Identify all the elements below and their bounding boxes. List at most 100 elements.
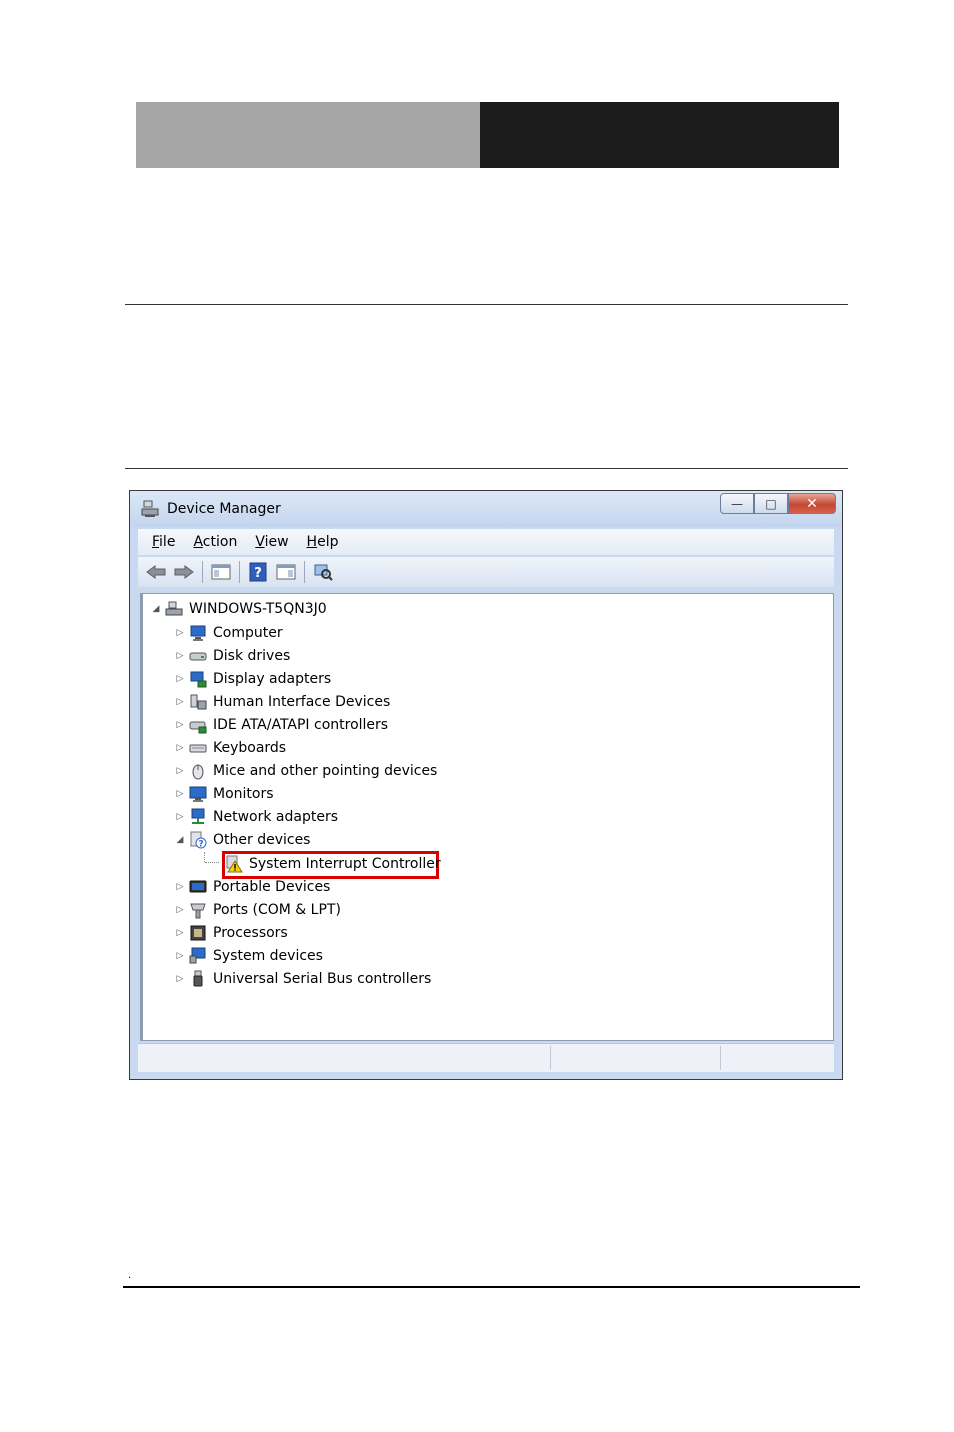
system-device-icon — [189, 947, 207, 965]
monitor-icon — [189, 785, 207, 803]
expand-icon[interactable]: ▷ — [175, 812, 185, 822]
keyboard-icon — [189, 739, 207, 757]
expand-icon[interactable]: ▷ — [175, 928, 185, 938]
tree-connector — [204, 852, 205, 862]
tree-item-disk-drives[interactable]: ▷ Disk drives — [175, 645, 291, 667]
expand-icon[interactable]: ▷ — [175, 882, 185, 892]
forward-button[interactable] — [172, 561, 196, 583]
tree-item-system-devices[interactable]: ▷ System devices — [175, 945, 323, 967]
page-header-left-block — [136, 102, 480, 168]
tree-item-label: Human Interface Devices — [213, 694, 391, 710]
tree-root[interactable]: ◢ WINDOWS-T5QN3J0 — [151, 598, 327, 620]
mouse-icon — [189, 762, 207, 780]
tree-root-label: WINDOWS-T5QN3J0 — [189, 601, 327, 617]
toolbar-separator — [239, 561, 240, 583]
forward-icon — [174, 565, 194, 579]
hid-icon — [189, 693, 207, 711]
tree-item-label: Display adapters — [213, 671, 332, 687]
svg-text:?: ? — [198, 840, 203, 850]
status-divider — [720, 1046, 721, 1070]
window-title: Device Manager — [167, 501, 281, 517]
device-tree[interactable]: ◢ WINDOWS-T5QN3J0 ▷ Computer ▷ Disk drives ▷… — [140, 593, 834, 1041]
menu-file[interactable]: File — [152, 534, 175, 550]
tree-item-label: Keyboards — [213, 740, 287, 756]
tree-item-label: System devices — [213, 948, 323, 964]
tree-item-monitors[interactable]: ▷ Monitors — [175, 783, 274, 805]
tree-item-portable-devices[interactable]: ▷ Portable Devices — [175, 876, 331, 898]
portable-device-icon — [189, 878, 207, 896]
menu-view[interactable]: View — [255, 534, 288, 550]
expand-icon[interactable]: ▷ — [175, 789, 185, 799]
expand-icon[interactable]: ▷ — [175, 743, 185, 753]
expand-icon[interactable]: ▷ — [175, 951, 185, 961]
help-button[interactable]: ? — [246, 561, 270, 583]
tree-item-human-interface-devices[interactable]: ▷ Human Interface Devices — [175, 691, 391, 713]
tree-item-universal-serial-bus-controllers[interactable]: ▷ Universal Serial Bus controllers — [175, 968, 431, 990]
menu-help[interactable]: Help — [307, 534, 339, 550]
show-hide-tree-button[interactable] — [209, 561, 233, 583]
maximize-icon: □ — [765, 496, 777, 511]
unknown-device-icon: ? — [189, 831, 207, 849]
tree-item-label: Portable Devices — [213, 879, 331, 895]
port-icon — [189, 901, 207, 919]
close-icon: ✕ — [806, 495, 818, 512]
minimize-icon: — — [731, 496, 743, 511]
scan-hardware-button[interactable] — [311, 561, 335, 583]
tree-item-keyboards[interactable]: ▷ Keyboards — [175, 737, 287, 759]
minimize-button[interactable]: — — [720, 493, 754, 514]
properties-button[interactable] — [274, 561, 298, 583]
collapse-icon[interactable]: ◢ — [175, 835, 185, 845]
tree-item-network-adapters[interactable]: ▷ Network adapters — [175, 806, 338, 828]
expand-icon[interactable]: ▷ — [175, 974, 185, 984]
tree-item-display-adapters[interactable]: ▷ Display adapters — [175, 668, 331, 690]
expand-icon[interactable]: ▷ — [175, 674, 185, 684]
tree-item-mice-and-other-pointing-devices[interactable]: ▷ Mice and other pointing devices — [175, 760, 437, 782]
network-adapter-icon — [189, 808, 207, 826]
scan-hardware-icon — [314, 564, 333, 581]
tree-item-ports-com-lpt[interactable]: ▷ Ports (COM & LPT) — [175, 899, 341, 921]
tree-item-computer[interactable]: ▷ Computer — [175, 622, 283, 644]
usb-icon — [189, 970, 207, 988]
status-bar — [138, 1043, 834, 1072]
expand-icon[interactable]: ▷ — [175, 720, 185, 730]
menu-action[interactable]: Action — [193, 534, 237, 550]
tree-item-system-interrupt-controller[interactable]: System Interrupt Controller — [225, 853, 441, 875]
device-manager-window: Device Manager — □ ✕ File Action View He… — [129, 490, 843, 1080]
device-manager-icon — [140, 499, 160, 519]
tree-item-ide-ata-atapi-controllers[interactable]: ▷ IDE ATA/ATAPI controllers — [175, 714, 388, 736]
tree-item-label: Computer — [213, 625, 283, 641]
display-adapter-icon — [189, 670, 207, 688]
back-button[interactable] — [144, 561, 168, 583]
menu-bar: File Action View Help — [138, 529, 834, 555]
expand-icon[interactable]: ▷ — [175, 628, 185, 638]
tree-item-label: Monitors — [213, 786, 274, 802]
expand-icon[interactable]: ▷ — [175, 651, 185, 661]
tree-item-label: Mice and other pointing devices — [213, 763, 438, 779]
computer-icon — [189, 624, 207, 642]
tree-item-label: Ports (COM & LPT) — [213, 902, 341, 918]
tree-item-other-devices[interactable]: ◢? Other devices — [175, 829, 310, 851]
footer-mark: . — [128, 1270, 132, 1281]
expand-icon[interactable]: ▷ — [175, 697, 185, 707]
disk-drive-icon — [189, 647, 207, 665]
toolbar-separator — [304, 561, 305, 583]
properties-icon — [276, 564, 296, 580]
status-divider — [550, 1046, 551, 1070]
tree-item-label: Processors — [213, 925, 288, 941]
tree-item-label: Network adapters — [213, 809, 338, 825]
tree-item-label: Universal Serial Bus controllers — [213, 971, 432, 987]
tree-item-processors[interactable]: ▷ Processors — [175, 922, 288, 944]
section-rule-top — [125, 304, 848, 305]
warning-icon — [225, 855, 243, 873]
expand-icon[interactable]: ▷ — [175, 905, 185, 915]
tree-item-label: System Interrupt Controller — [249, 856, 441, 872]
show-hide-tree-icon — [211, 564, 231, 580]
expand-icon[interactable]: ▷ — [175, 766, 185, 776]
title-bar[interactable]: Device Manager — □ ✕ — [130, 491, 842, 527]
close-button[interactable]: ✕ — [788, 493, 836, 514]
collapse-icon[interactable]: ◢ — [151, 604, 161, 614]
computer-tower-icon — [165, 600, 183, 618]
page-header-right-block — [480, 102, 839, 168]
back-icon — [146, 565, 166, 579]
maximize-button[interactable]: □ — [754, 493, 788, 514]
